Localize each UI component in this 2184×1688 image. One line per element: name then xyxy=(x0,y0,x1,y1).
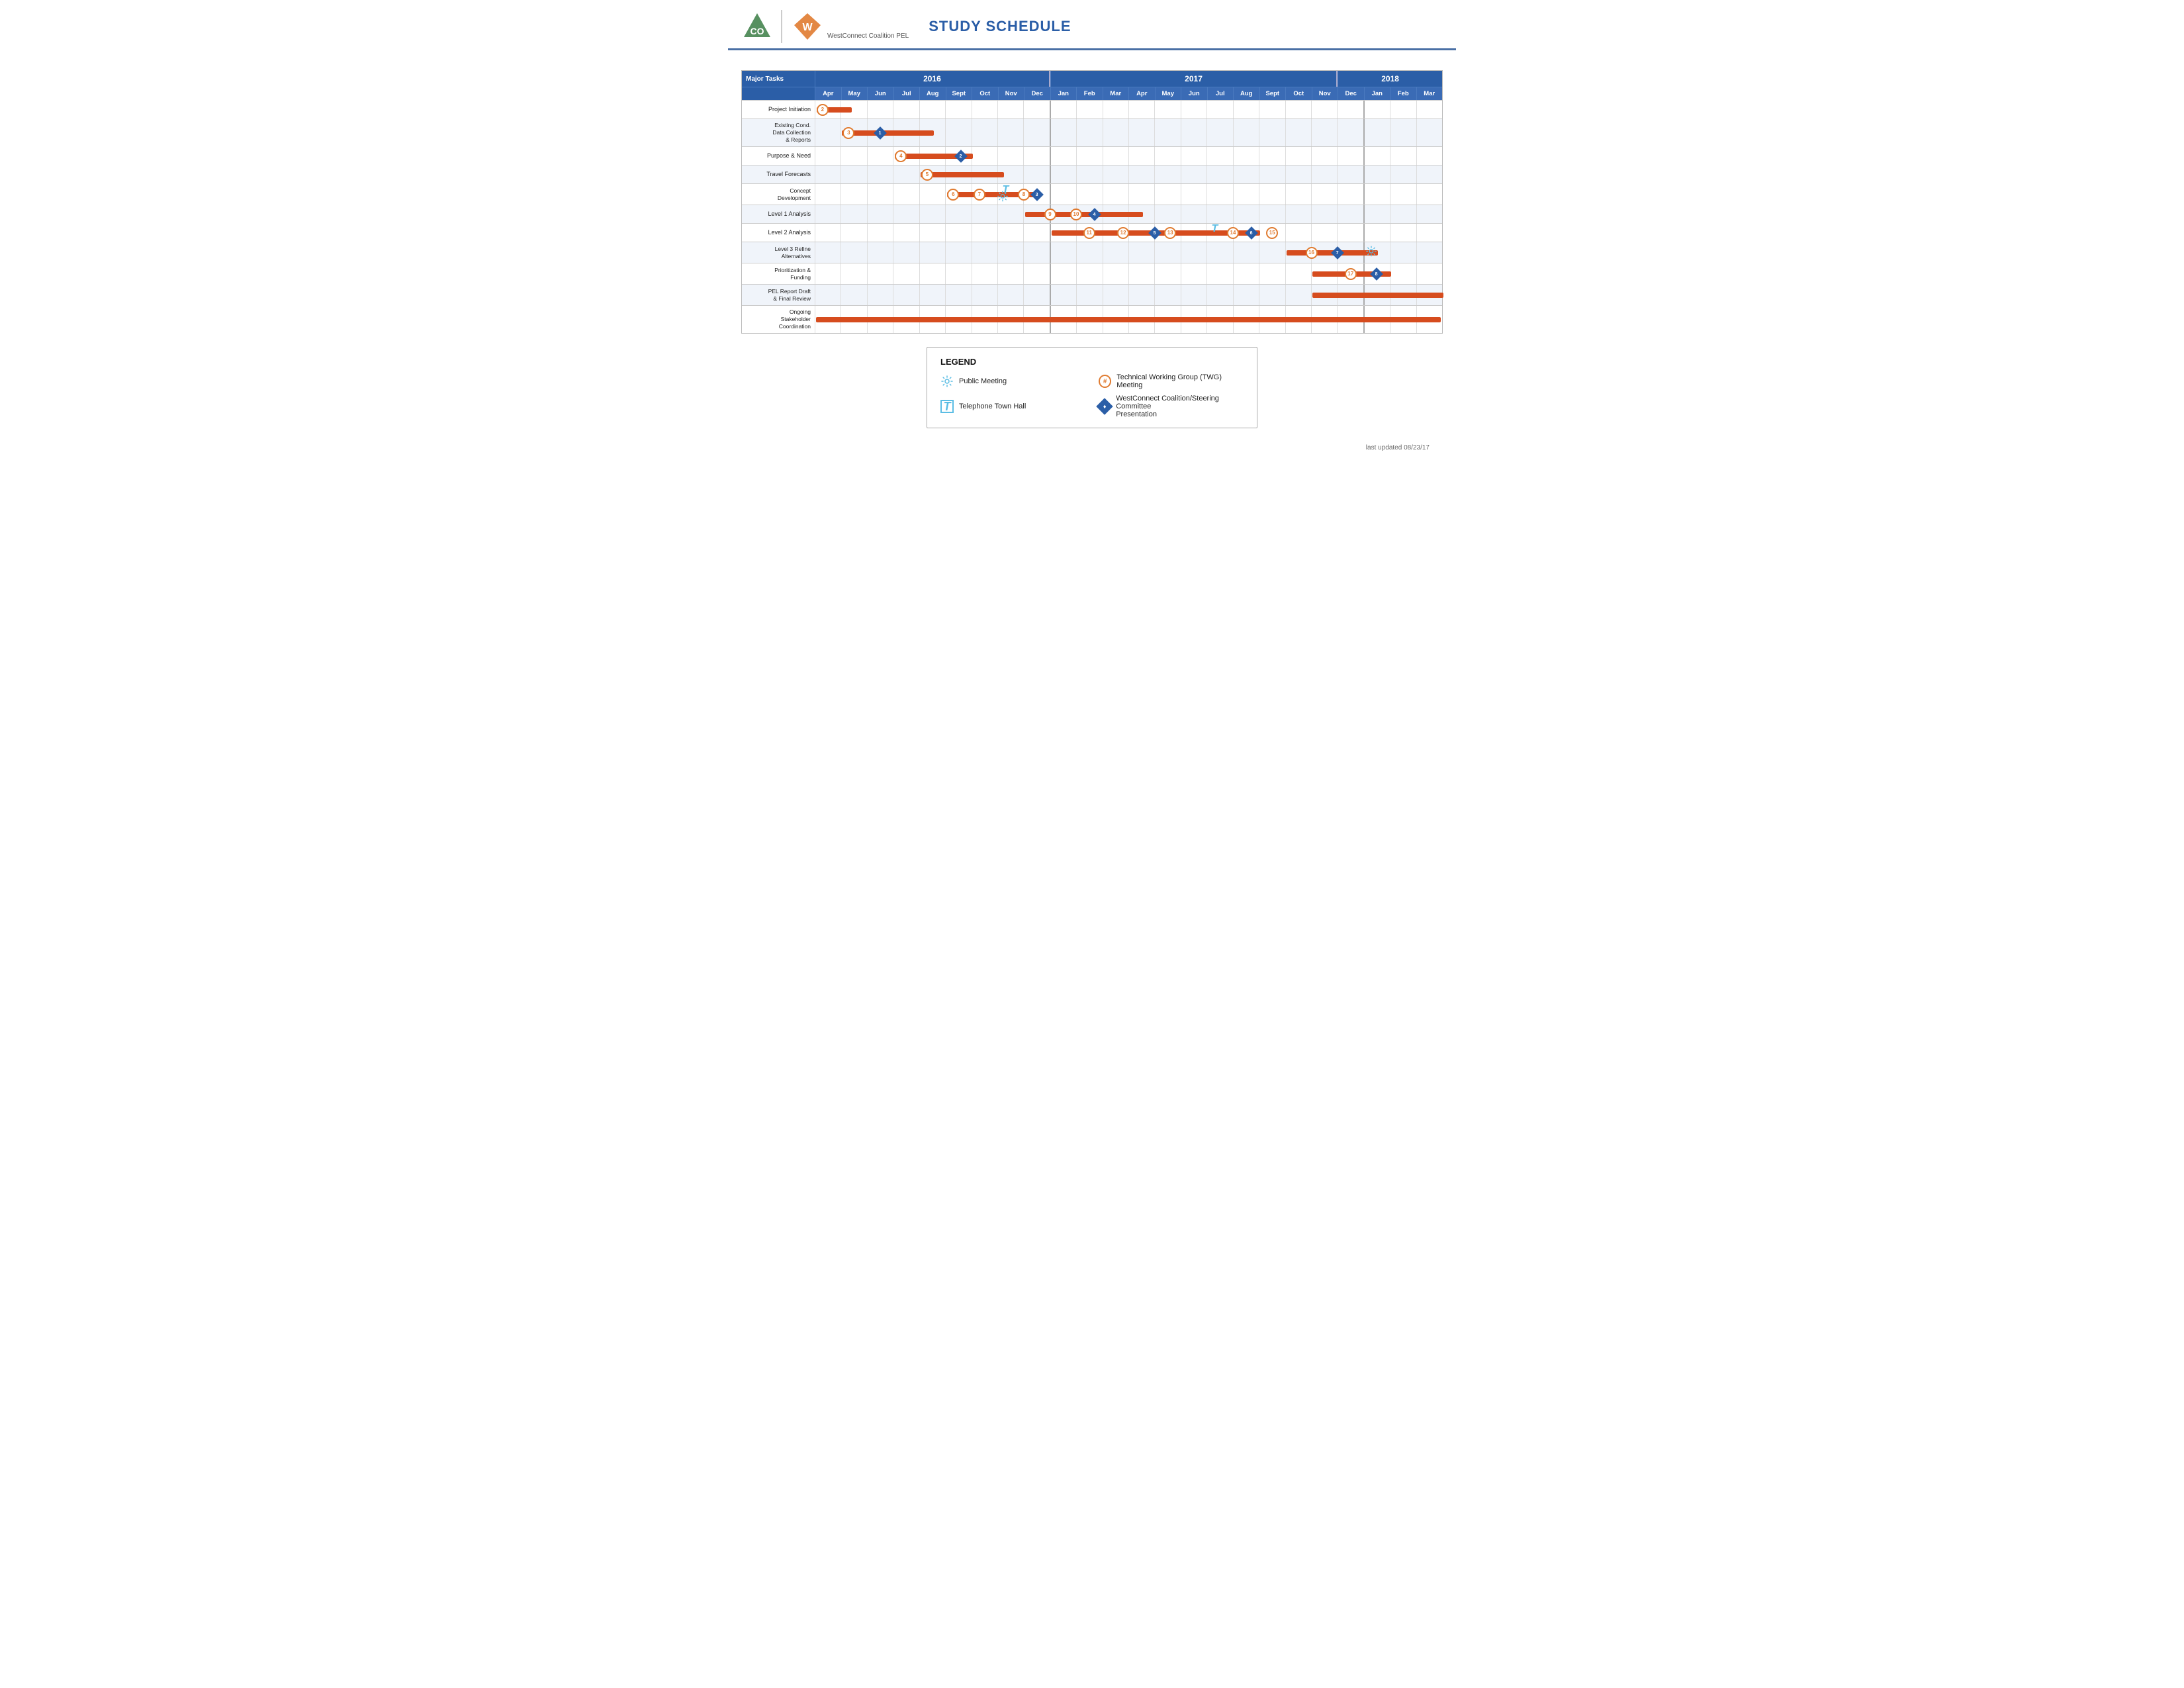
month-jan-2017: Jan xyxy=(1050,87,1077,100)
cells-purpose-need: 4 2 xyxy=(815,147,1442,165)
task-concept-dev: ConceptDevelopment xyxy=(742,184,815,205)
month-nov-2017: Nov xyxy=(1312,87,1338,100)
row-existing-cond: Existing Cond.Data Collection& Reports 3 xyxy=(742,118,1442,146)
year-header-row: Major Tasks 2016 2017 2018 xyxy=(742,71,1442,87)
co-logo: CO xyxy=(741,11,773,42)
major-tasks-label: Major Tasks xyxy=(742,71,815,87)
row-project-initiation: Project Initiation 2 xyxy=(742,100,1442,118)
legend-phone-icon: T xyxy=(940,400,954,413)
legend-twg: # Technical Working Group (TWG) Meeting xyxy=(1099,373,1244,389)
org-name: WestConnect Coalition PEL xyxy=(827,32,909,40)
legend-coalition-icon: ♦ xyxy=(1096,399,1113,415)
month-sep-2017: Sept xyxy=(1259,87,1286,100)
row-prioritization: Prioritization &Funding 17 xyxy=(742,263,1442,284)
year-2016: 2016 xyxy=(815,71,1050,87)
logo-area: CO W WestConnect Coalition PEL xyxy=(741,10,909,43)
month-mar-2018: Mar xyxy=(1416,87,1443,100)
row-purpose-need: Purpose & Need 4 xyxy=(742,146,1442,165)
month-oct-2017: Oct xyxy=(1285,87,1312,100)
month-jan-2018: Jan xyxy=(1364,87,1390,100)
main-content: Major Tasks 2016 2017 2018 Apr May Jun J… xyxy=(728,50,1456,463)
page-title: STUDY SCHEDULE xyxy=(929,18,1071,35)
row-level1: Level 1 Analysis 9 10 xyxy=(742,205,1442,223)
cells-travel-forecasts: 5 xyxy=(815,165,1442,183)
legend-gear-icon xyxy=(940,375,954,388)
task-ongoing: OngoingStakeholderCoordination xyxy=(742,306,815,333)
legend-title: LEGEND xyxy=(940,357,1244,367)
row-travel-forecasts: Travel Forecasts 5 xyxy=(742,165,1442,183)
month-feb-2017: Feb xyxy=(1076,87,1103,100)
legend-twg-label: Technical Working Group (TWG) Meeting xyxy=(1116,373,1244,389)
month-apr-2017: Apr xyxy=(1128,87,1155,100)
legend-coalition: ♦ WestConnect Coalition/Steering Committ… xyxy=(1099,395,1244,418)
legend-coalition-label: WestConnect Coalition/Steering Committee… xyxy=(1116,395,1244,418)
row-pel-report: PEL Report Draft& Final Review xyxy=(742,284,1442,305)
svg-text:W: W xyxy=(802,22,813,33)
cells-prioritization: 17 8 xyxy=(815,263,1442,284)
legend-coalition-icon-wrap: ♦ xyxy=(1099,400,1111,413)
month-jun-2017: Jun xyxy=(1181,87,1207,100)
month-nov-2016: Nov xyxy=(998,87,1024,100)
legend-telephone: T Telephone Town Hall xyxy=(940,395,1085,418)
task-project-initiation: Project Initiation xyxy=(742,101,815,118)
cells-pel-report xyxy=(815,285,1442,305)
cells-level3: 16 7 xyxy=(815,242,1442,263)
task-prioritization: Prioritization &Funding xyxy=(742,263,815,284)
cells-ongoing xyxy=(815,306,1442,333)
footer: last updated 08/23/17 xyxy=(741,442,1443,457)
cells-level2: 11 12 5 13 xyxy=(815,224,1442,242)
cells-concept-dev: 6 7 T xyxy=(815,184,1442,205)
task-travel-forecasts: Travel Forecasts xyxy=(742,165,815,183)
month-sep-2016: Sept xyxy=(946,87,972,100)
month-aug-2017: Aug xyxy=(1233,87,1259,100)
task-purpose-need: Purpose & Need xyxy=(742,147,815,165)
task-level2: Level 2 Analysis xyxy=(742,224,815,242)
task-existing-cond: Existing Cond.Data Collection& Reports xyxy=(742,119,815,146)
header: CO W WestConnect Coalition PEL STUDY SCH… xyxy=(728,0,1456,50)
row-ongoing: OngoingStakeholderCoordination xyxy=(742,305,1442,333)
cells-existing-cond: 3 1 xyxy=(815,119,1442,146)
month-jun-2016: Jun xyxy=(867,87,893,100)
task-level3: Level 3 RefineAlternatives xyxy=(742,242,815,263)
cells-project-initiation: 2 xyxy=(815,101,1442,118)
month-dec-2017: Dec xyxy=(1338,87,1364,100)
title-area: STUDY SCHEDULE xyxy=(929,18,1071,35)
last-updated: last updated 08/23/17 xyxy=(1366,444,1430,451)
legend-twg-icon: # xyxy=(1099,375,1111,388)
row-level2: Level 2 Analysis 11 12 xyxy=(742,223,1442,242)
row-concept-dev: ConceptDevelopment 6 7 xyxy=(742,183,1442,205)
w-logo: W xyxy=(793,12,822,41)
month-apr-2016: Apr xyxy=(815,87,841,100)
org-name-stack: WestConnect Coalition PEL xyxy=(822,14,909,40)
month-dec-2016: Dec xyxy=(1024,87,1050,100)
gantt-chart: Major Tasks 2016 2017 2018 Apr May Jun J… xyxy=(741,70,1443,334)
logo-divider xyxy=(781,10,782,43)
page-wrapper: CO W WestConnect Coalition PEL STUDY SCH… xyxy=(728,0,1456,463)
year-2018: 2018 xyxy=(1338,71,1442,87)
month-aug-2016: Aug xyxy=(919,87,946,100)
legend-telephone-label: Telephone Town Hall xyxy=(959,402,1026,410)
year-2017: 2017 xyxy=(1050,71,1338,87)
month-jul-2017: Jul xyxy=(1207,87,1234,100)
month-mar-2017: Mar xyxy=(1103,87,1129,100)
task-level1: Level 1 Analysis xyxy=(742,205,815,223)
month-may-2017: May xyxy=(1155,87,1181,100)
legend: LEGEND Public Meeting # Technical Workin… xyxy=(927,347,1257,428)
month-oct-2016: Oct xyxy=(972,87,998,100)
month-may-2016: May xyxy=(841,87,868,100)
legend-public-meeting: Public Meeting xyxy=(940,373,1085,389)
row-level3: Level 3 RefineAlternatives 16 xyxy=(742,242,1442,263)
task-pel-report: PEL Report Draft& Final Review xyxy=(742,285,815,305)
month-feb-2018: Feb xyxy=(1390,87,1416,100)
svg-text:CO: CO xyxy=(751,26,764,36)
legend-grid: Public Meeting # Technical Working Group… xyxy=(940,373,1244,418)
gantt-body: Project Initiation 2 xyxy=(742,100,1442,333)
month-header-row: Apr May Jun Jul Aug Sept Oct Nov Dec Jan… xyxy=(742,87,1442,100)
month-jul-2016: Jul xyxy=(893,87,920,100)
cells-level1: 9 10 4 xyxy=(815,205,1442,223)
month-spacer xyxy=(742,87,815,100)
legend-public-meeting-label: Public Meeting xyxy=(959,377,1007,385)
